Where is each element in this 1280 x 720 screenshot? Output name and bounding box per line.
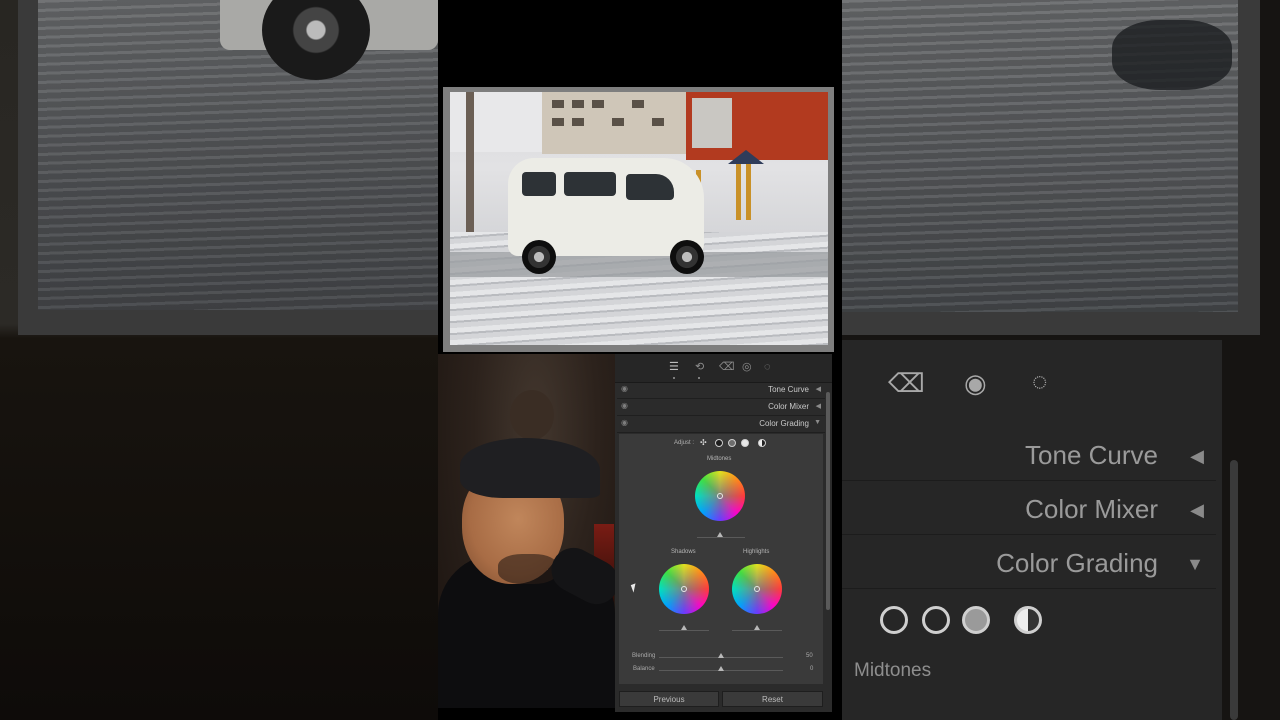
background-row-color-grading: Color Grading ▼ [842,540,1216,589]
blending-value: 50 [806,653,813,659]
webcam-feed [438,354,615,708]
slider-knob[interactable] [717,532,723,537]
shadows-circle-icon[interactable] [715,439,723,447]
photo-building [542,92,686,154]
background-scrollbar [1230,460,1238,720]
shadows-label: Shadows [671,549,696,555]
section-color-mixer[interactable]: ◉ Color Mixer ◀ [617,399,825,416]
shadows-luminance-slider[interactable] [659,630,709,631]
background-section-label: Tone Curve [1025,440,1158,470]
adjust-label: Adjust : [674,440,695,446]
wheel-handle[interactable] [754,586,760,592]
highlights-circle-icon[interactable] [741,439,749,447]
blending-label: Blending [632,653,656,659]
chevron-left-icon: ◀ [815,403,821,410]
mask-icon[interactable]: ◌ [764,360,771,374]
circle-filled-icon [962,606,990,634]
circle-icon [880,606,908,634]
redeye-icon: ◉ [964,368,987,398]
slider-knob[interactable] [718,653,724,658]
color-grading-body: Adjust : ✣ Midtones Shadows Highlights B… [619,434,823,684]
highlights-luminance-slider[interactable] [732,630,782,631]
section-color-grading[interactable]: ◉ Color Grading ▼ [617,416,825,433]
tool-strip: ☰ ⟲ ⌫ ◎ ◌ [615,354,832,383]
circle-icon [922,606,950,634]
photo-preview[interactable] [450,92,828,345]
photo-wheel [670,240,704,274]
background-row-tone-curve: Tone Curve ◀ [842,432,1216,481]
balance-value: 0 [810,666,814,672]
midtones-circle-icon[interactable] [728,439,736,447]
active-dot [673,377,675,379]
highlights-color-wheel[interactable] [732,564,782,614]
photo-pole [466,92,474,232]
section-label: Color Grading [759,419,809,428]
background-section-label: Color Grading [996,548,1158,578]
highlights-label: Highlights [743,549,770,555]
panel-scrollbar[interactable] [826,392,830,610]
chevron-down-icon: ▼ [814,419,821,426]
crop-icon[interactable]: ⟲ [695,360,704,374]
slider-knob[interactable] [754,625,760,630]
previous-button[interactable]: Previous [619,691,719,707]
lightroom-panel: ☰ ⟲ ⌫ ◎ ◌ ◉ Tone Curve ◀ ◉ Color Mixer ◀… [615,354,832,712]
chevron-left-icon: ◀ [1190,446,1204,466]
active-dot [698,377,700,379]
eraser-icon[interactable]: ⌫ [719,360,735,374]
eye-icon[interactable]: ◉ [621,418,628,427]
wheel-handle[interactable] [681,586,687,592]
section-label: Color Mixer [768,402,809,411]
section-label: Tone Curve [768,385,809,394]
background-midtones-label: Midtones [854,660,932,681]
background-left-blur [0,0,438,720]
eye-icon[interactable]: ◉ [621,401,628,410]
midtones-label: Midtones [707,456,732,462]
half-circle-icon [1014,606,1042,634]
background-row-color-mixer: Color Mixer ◀ [842,486,1216,535]
chevron-left-icon: ◀ [815,386,821,393]
wheel-handle[interactable] [717,493,723,499]
sliders-icon[interactable]: ☰ [669,360,679,374]
slider-knob[interactable] [718,666,724,671]
redeye-icon[interactable]: ◎ [742,360,752,374]
midtones-color-wheel[interactable] [695,471,745,521]
balance-label: Balance [633,666,655,672]
eye-icon[interactable]: ◉ [621,384,628,393]
background-section-label: Color Mixer [1025,494,1158,524]
eraser-icon: ⌫ [888,368,925,398]
background-right-blur: ⌫ ◉ ◌ Tone Curve ◀ Color Mixer ◀ Color G… [842,0,1280,720]
global-circle-icon[interactable] [758,439,766,447]
three-wheels-icon[interactable]: ✣ [700,439,708,447]
background-shadow [1112,20,1232,90]
section-tone-curve[interactable]: ◉ Tone Curve ◀ [617,382,825,399]
chevron-left-icon: ◀ [1190,500,1204,520]
chevron-down-icon: ▼ [1186,554,1204,574]
midtones-luminance-slider[interactable] [697,537,745,538]
shadows-color-wheel[interactable] [659,564,709,614]
reset-button[interactable]: Reset [722,691,823,707]
mask-icon: ◌ [1032,366,1048,396]
photo-wheel [522,240,556,274]
slider-knob[interactable] [681,625,687,630]
